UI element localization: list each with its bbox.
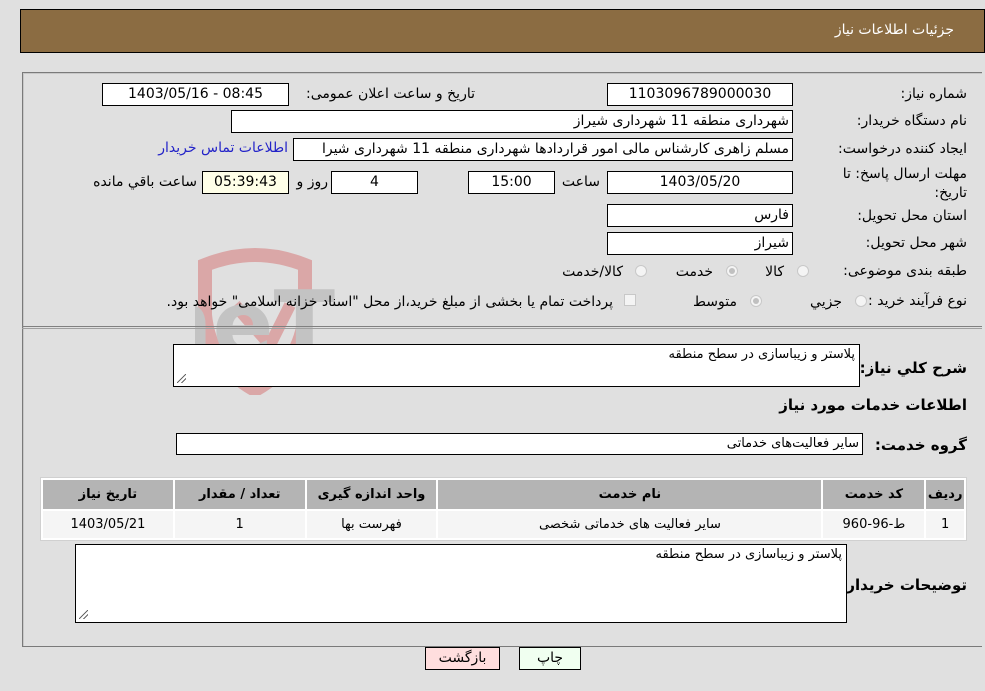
category-label: طبقه بندی موضوعی: (843, 263, 967, 279)
province-label: استان محل تحویل: (857, 208, 967, 224)
col-header-quantity: تعداد / مقدار (174, 480, 305, 509)
cell-service-code: ط-96-960 (823, 511, 925, 538)
cell-unit: فهرست بها (306, 511, 437, 538)
col-header-need-date: تاریخ نیاز (43, 480, 173, 509)
city-label: شهر محل تحویل: (865, 235, 967, 251)
buyer-notes-text: پلاستر و زیباسازی در سطح منطقه (655, 547, 842, 562)
requester-field[interactable]: مسلم زاهری کارشناس مالی امور قراردادها ش… (293, 138, 793, 161)
section-divider (22, 326, 982, 327)
purchase-type-label: نوع فرآیند خرید : (868, 293, 967, 309)
category-option-goods-service: کالا/خدمت (562, 264, 623, 280)
remaining-days-field[interactable]: 4 (331, 171, 418, 194)
description-text: پلاستر و زیباسازی در سطح منطقه (668, 347, 855, 362)
deadline-label: مهلت ارسال پاسخ: تا تاریخ: (842, 166, 967, 201)
need-number-field[interactable]: 1103096789000030 (607, 83, 793, 106)
purchase-radio-medium[interactable] (750, 295, 762, 307)
buyer-org-field[interactable]: شهرداری منطقه 11 شهرداری شیراز (231, 110, 793, 133)
page-title: جزئیات اطلاعات نیاز (834, 22, 954, 38)
announce-datetime-field[interactable]: 1403/05/16 - 08:45 (102, 83, 289, 106)
cell-need-date: 1403/05/21 (43, 511, 173, 538)
col-header-service-name: نام خدمت (438, 480, 822, 509)
remaining-time-field[interactable]: 05:39:43 (202, 171, 289, 194)
need-number-label: شماره نیاز: (900, 86, 968, 102)
purchase-radio-minor[interactable] (855, 295, 867, 307)
treasury-bonds-checkbox[interactable] (624, 294, 636, 306)
back-button[interactable]: بازگشت (425, 647, 500, 670)
buyer-notes-textarea[interactable]: پلاستر و زیباسازی در سطح منطقه (75, 544, 847, 623)
description-label: شرح کلي نیاز: (859, 359, 967, 377)
col-header-service-code: کد خدمت (823, 480, 925, 509)
col-header-unit: واحد اندازه گیری (306, 480, 437, 509)
resize-grip-icon[interactable] (79, 610, 88, 619)
service-group-field[interactable]: سایر فعالیت‌های خدماتی (176, 433, 863, 455)
services-table: ردیف کد خدمت نام خدمت واحد اندازه گیری ت… (40, 477, 967, 541)
table-header-row: ردیف کد خدمت نام خدمت واحد اندازه گیری ت… (43, 480, 964, 509)
city-field[interactable]: شیراز (607, 232, 793, 255)
remaining-time-label: ساعت باقي مانده (93, 174, 197, 190)
category-radio-goods-service[interactable] (635, 265, 647, 277)
announce-datetime-label: تاریخ و ساعت اعلان عمومی: (306, 86, 475, 102)
buyer-contact-link[interactable]: اطلاعات تماس خریدار (158, 140, 288, 156)
resize-grip-icon[interactable] (177, 374, 186, 383)
days-label: روز و (296, 174, 329, 190)
deadline-time-field[interactable]: 15:00 (468, 171, 555, 194)
section-divider-2 (22, 328, 982, 329)
service-group-label: گروه خدمت: (874, 436, 967, 454)
print-button[interactable]: چاپ (519, 647, 581, 670)
cell-row-number: 1 (926, 511, 964, 538)
province-field[interactable]: فارس (607, 204, 793, 227)
cell-quantity: 1 (174, 511, 305, 538)
deadline-time-label: ساعت (561, 174, 600, 190)
table-row: 1 ط-96-960 سایر فعالیت های خدماتی شخصی ف… (43, 511, 964, 538)
purchase-option-medium: متوسط (693, 294, 737, 310)
buyer-org-label: نام دستگاه خریدار: (856, 113, 967, 129)
purchase-option-minor: جزيي (810, 294, 842, 310)
category-option-goods: کالا (765, 264, 784, 280)
col-header-row-number: ردیف (926, 480, 964, 509)
category-option-service: خدمت (675, 264, 713, 280)
deadline-date-field[interactable]: 1403/05/20 (607, 171, 793, 194)
services-heading: اطلاعات خدمات مورد نیاز (779, 396, 967, 414)
treasury-bonds-text: پرداخت تمام یا بخشی از مبلغ خرید،از محل … (166, 294, 613, 310)
cell-service-name: سایر فعالیت های خدماتی شخصی (438, 511, 822, 538)
buyer-notes-label: توضیحات خریدار: (840, 576, 967, 594)
page-header: جزئیات اطلاعات نیاز (20, 9, 985, 53)
requester-label: ایجاد کننده درخواست: (838, 141, 967, 157)
description-textarea[interactable]: پلاستر و زیباسازی در سطح منطقه (173, 344, 860, 387)
category-radio-goods[interactable] (797, 265, 809, 277)
category-radio-service[interactable] (726, 265, 738, 277)
